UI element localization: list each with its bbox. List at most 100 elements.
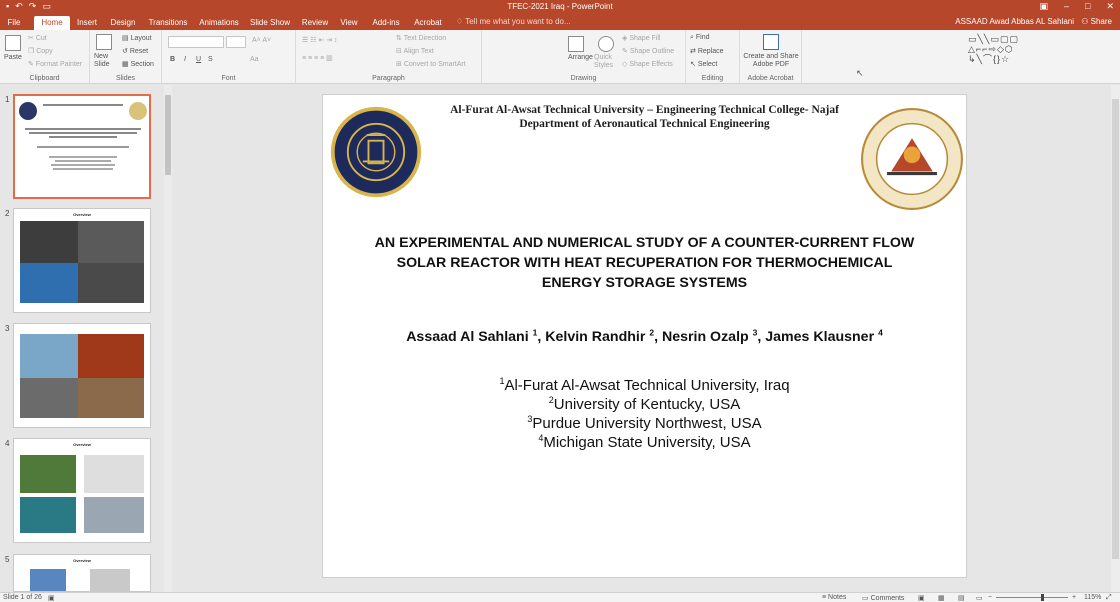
tab-view[interactable]: View xyxy=(334,16,364,30)
thumbnail-slide-1[interactable] xyxy=(13,94,151,199)
tab-slide-show[interactable]: Slide Show xyxy=(246,16,294,30)
bold-button[interactable]: B xyxy=(170,56,175,63)
zoom-slider-thumb[interactable] xyxy=(1041,594,1044,601)
tab-insert[interactable]: Insert xyxy=(72,16,102,30)
shapes-gallery[interactable]: ▭╲╲▭▢▢ △⌐⌐⇨◇⬡ ↳╲⌒{}☆ xyxy=(968,34,1044,64)
slide-sorter-icon[interactable]: ▦ xyxy=(938,594,945,602)
thumbnail-scrollbar[interactable] xyxy=(164,85,172,592)
slide-thumbnails-pane: 1 2 Overview 3 4 Overview 5 Overview xyxy=(0,85,172,592)
text-direction-icon: ⇅ xyxy=(396,35,402,42)
tab-animations[interactable]: Animations xyxy=(194,16,244,30)
paste-icon[interactable] xyxy=(5,35,21,51)
replace-button[interactable]: ⇄ Replace xyxy=(690,47,724,55)
create-share-pdf-button[interactable]: Create and Share Adobe PDF xyxy=(742,53,800,69)
current-slide[interactable]: Al-Furat Al-Awsat Technical University –… xyxy=(322,94,967,578)
quick-styles-button[interactable]: Quick Styles xyxy=(594,54,620,70)
shape-effects-button[interactable]: ◇ Shape Effects xyxy=(622,60,673,68)
spellcheck-icon[interactable]: ▣ xyxy=(48,594,55,602)
thumb-image xyxy=(20,263,78,303)
reset-button[interactable]: ↺ Reset xyxy=(122,47,148,55)
arrange-button[interactable]: Arrange xyxy=(568,54,593,61)
minimize-icon[interactable]: – xyxy=(1064,1,1069,12)
person-icon: ⚇ xyxy=(1081,17,1089,26)
close-icon[interactable]: ✕ xyxy=(1106,1,1114,12)
paper-title-line: ENERGY STORAGE SYSTEMS xyxy=(541,275,748,291)
thumb-number-5: 5 xyxy=(5,555,10,564)
paste-button[interactable]: Paste xyxy=(4,54,22,61)
shape-fill-button[interactable]: ◈ Shape Fill xyxy=(622,34,660,42)
cut-button[interactable]: ✂ Cut xyxy=(28,34,47,42)
fit-to-window-icon[interactable]: ⤢ xyxy=(1106,594,1112,602)
thumb-number-3: 3 xyxy=(5,324,10,333)
effects-icon: ◇ xyxy=(622,61,628,68)
slide-scrollbar[interactable] xyxy=(1111,85,1120,592)
zoom-slider[interactable] xyxy=(996,597,1068,598)
comment-icon: ▭ xyxy=(862,595,869,602)
arrange-icon[interactable] xyxy=(568,36,584,52)
author-affiliation-mark: 3 xyxy=(752,327,758,338)
strikethrough-button[interactable]: S xyxy=(208,56,213,63)
tab-design[interactable]: Design xyxy=(106,16,140,30)
account-name[interactable]: ASSAAD Awad Abbas AL Sahlani xyxy=(955,17,1074,26)
normal-view-icon[interactable]: ▣ xyxy=(918,594,925,602)
tab-add-ins[interactable]: Add-ins xyxy=(366,16,406,30)
tell-me-box[interactable]: ♢ Tell me what you want to do... xyxy=(456,17,571,26)
thumb-image xyxy=(90,569,130,591)
comments-button[interactable]: ▭ Comments xyxy=(862,594,904,602)
notes-button[interactable]: ≡ Notes xyxy=(822,594,846,601)
find-button[interactable]: ⌕ Find xyxy=(690,34,710,42)
thumbnail-slide-2[interactable]: Overview xyxy=(13,208,151,313)
zoom-out-icon[interactable]: − xyxy=(988,594,992,601)
section-button[interactable]: ▦ Section xyxy=(122,60,154,68)
zoom-in-icon[interactable]: + xyxy=(1072,594,1076,601)
italic-button[interactable]: I xyxy=(184,56,186,63)
paint-bucket-icon: ◈ xyxy=(622,35,628,42)
thumb-text-line xyxy=(49,136,117,138)
new-slide-icon[interactable] xyxy=(96,34,112,50)
thumbnail-scroll-thumb[interactable] xyxy=(165,95,171,175)
pdf-icon[interactable] xyxy=(763,34,779,50)
scissors-icon: ✂ xyxy=(28,35,34,42)
format-painter-button[interactable]: ✎ Format Painter xyxy=(28,60,82,68)
acrobat-label: Adobe Acrobat xyxy=(747,75,794,82)
window-controls: ▣ – □ ✕ xyxy=(1039,1,1114,12)
select-button[interactable]: ↖ Select xyxy=(690,60,717,68)
quick-styles-icon[interactable] xyxy=(598,36,614,52)
copy-button[interactable]: ❐ Copy xyxy=(28,47,53,55)
layout-button[interactable]: ▤ Layout xyxy=(122,34,152,42)
change-case-button[interactable]: Aa xyxy=(250,56,259,63)
notes-icon: ≡ xyxy=(822,594,827,601)
tab-transitions[interactable]: Transitions xyxy=(144,16,192,30)
tab-file[interactable]: File xyxy=(4,16,24,30)
reading-view-icon[interactable]: ▤ xyxy=(958,594,965,602)
convert-smartart-button[interactable]: ⊞ Convert to SmartArt xyxy=(396,60,466,68)
share-button[interactable]: ⚇ Share xyxy=(1081,17,1112,26)
new-slide-button[interactable]: New Slide xyxy=(94,53,120,69)
thumbnail-slide-4[interactable]: Overview xyxy=(13,438,151,543)
slide-scroll-thumb[interactable] xyxy=(1112,99,1119,559)
align-text-button[interactable]: ⊟ Align Text xyxy=(396,47,434,55)
thumbnail-slide-3[interactable] xyxy=(13,323,151,428)
font-size-box[interactable] xyxy=(226,36,246,48)
shape-outline-button[interactable]: ✎ Shape Outline xyxy=(622,47,674,55)
tab-home[interactable]: Home xyxy=(34,16,70,30)
align-icons[interactable]: ≡ ≡ ≡ ≡ ▥ xyxy=(302,54,333,62)
tab-acrobat[interactable]: Acrobat xyxy=(408,16,448,30)
thumbnail-slide-5[interactable]: Overview xyxy=(13,554,151,592)
font-name-box[interactable] xyxy=(168,36,224,48)
slideshow-view-icon[interactable]: ▭ xyxy=(976,594,983,602)
ribbon-display-icon[interactable]: ▣ xyxy=(1039,1,1048,12)
underline-button[interactable]: U xyxy=(196,56,201,63)
font-size-buttons[interactable]: A˄ A˅ xyxy=(252,37,271,44)
text-direction-button[interactable]: ⇅ Text Direction xyxy=(396,34,446,42)
reset-icon: ↺ xyxy=(122,48,128,55)
zoom-level[interactable]: 115% xyxy=(1084,594,1101,601)
window-title: TFEC-2021 Iraq - PowerPoint xyxy=(507,2,613,11)
thumb-number-2: 2 xyxy=(5,209,10,218)
tab-review[interactable]: Review xyxy=(298,16,332,30)
thumb-title: Overview xyxy=(73,442,91,447)
thumb-title: Overview xyxy=(73,558,91,563)
bullets-icon[interactable]: ☰ ☷ ⇤ ⇥ ↕ xyxy=(302,36,338,44)
maximize-icon[interactable]: □ xyxy=(1085,1,1090,12)
thumb-image xyxy=(20,378,78,418)
